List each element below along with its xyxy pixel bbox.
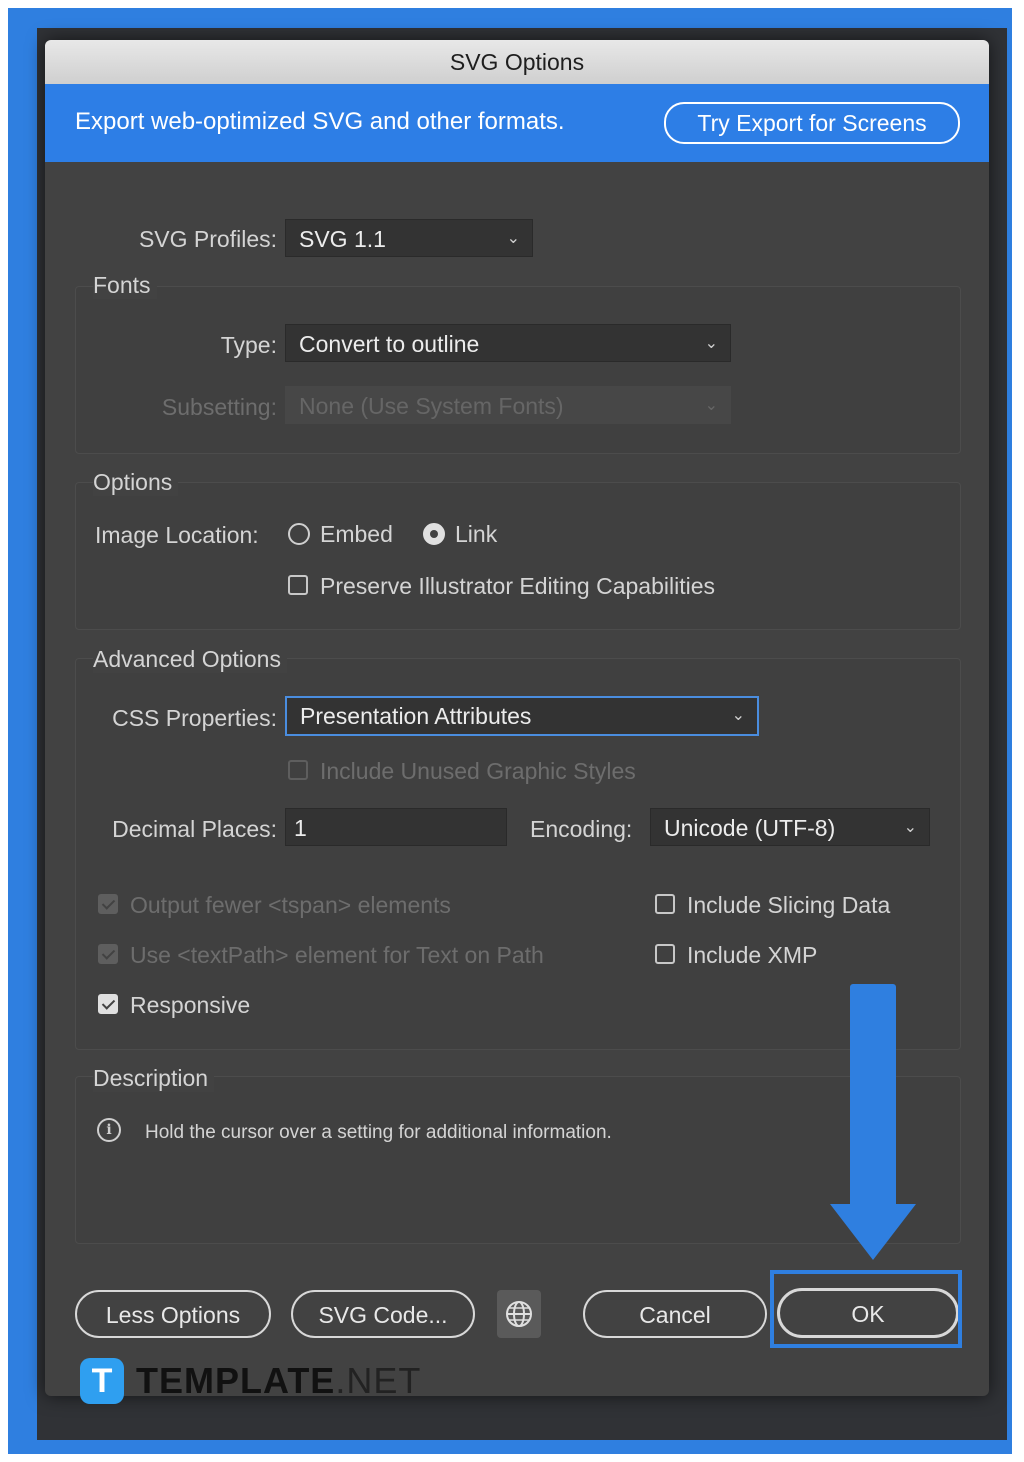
font-type-select[interactable]: Convert to outline ⌄ bbox=[285, 324, 731, 362]
subsetting-select: None (Use System Fonts) ⌄ bbox=[285, 386, 731, 424]
slicing-data-checkbox[interactable] bbox=[655, 894, 675, 914]
banner-text: Export web-optimized SVG and other forma… bbox=[75, 108, 565, 135]
arrow-annotation-shaft bbox=[850, 984, 896, 1220]
advanced-options-title: Advanced Options bbox=[93, 646, 287, 673]
description-text: Hold the cursor over a setting for addit… bbox=[145, 1122, 612, 1143]
chevron-down-icon: ⌄ bbox=[506, 230, 520, 247]
encoding-select[interactable]: Unicode (UTF-8) ⌄ bbox=[650, 808, 930, 846]
chevron-down-icon: ⌄ bbox=[704, 335, 718, 352]
description-title: Description bbox=[93, 1065, 215, 1092]
fonts-title: Fonts bbox=[93, 272, 157, 299]
embed-label[interactable]: Embed bbox=[320, 521, 393, 548]
watermark-brand: TEMPLATE bbox=[136, 1360, 336, 1401]
info-icon: i bbox=[97, 1118, 121, 1142]
tspan-label: Output fewer <tspan> elements bbox=[130, 892, 451, 918]
unused-styles-label: Include Unused Graphic Styles bbox=[320, 758, 636, 784]
svg-profiles-value: SVG 1.1 bbox=[299, 226, 386, 252]
ok-highlight-box bbox=[770, 1270, 962, 1348]
preserve-editing-checkbox[interactable] bbox=[288, 575, 308, 595]
link-label[interactable]: Link bbox=[455, 521, 497, 548]
chevron-down-icon: ⌄ bbox=[903, 819, 917, 836]
subsetting-value: None (Use System Fonts) bbox=[299, 393, 564, 419]
watermark-suffix: .NET bbox=[335, 1360, 422, 1401]
font-type-value: Convert to outline bbox=[299, 331, 480, 357]
decimal-places-label: Decimal Places: bbox=[112, 816, 277, 842]
link-radio[interactable] bbox=[423, 523, 445, 545]
export-banner: Export web-optimized SVG and other forma… bbox=[45, 84, 989, 162]
svg-profiles-label: SVG Profiles: bbox=[138, 226, 277, 252]
subsetting-label: Subsetting: bbox=[161, 394, 277, 420]
font-type-label: Type: bbox=[220, 332, 277, 358]
globe-icon bbox=[506, 1301, 532, 1327]
encoding-value: Unicode (UTF-8) bbox=[664, 815, 836, 841]
responsive-checkbox[interactable] bbox=[98, 994, 118, 1014]
svg-code-button[interactable]: SVG Code... bbox=[291, 1290, 475, 1338]
include-xmp-checkbox[interactable] bbox=[655, 944, 675, 964]
description-section bbox=[75, 1076, 961, 1244]
cancel-button[interactable]: Cancel bbox=[583, 1290, 767, 1338]
textpath-label: Use <textPath> element for Text on Path bbox=[130, 942, 544, 968]
textpath-checkbox bbox=[98, 944, 118, 964]
image-location-label: Image Location: bbox=[95, 522, 259, 548]
slicing-data-label[interactable]: Include Slicing Data bbox=[687, 892, 890, 919]
css-properties-value: Presentation Attributes bbox=[300, 703, 532, 729]
svg-profiles-select[interactable]: SVG 1.1 ⌄ bbox=[285, 219, 533, 257]
templatenet-logo: T bbox=[80, 1358, 124, 1404]
embed-radio[interactable] bbox=[288, 523, 310, 545]
tspan-checkbox bbox=[98, 894, 118, 914]
preview-in-browser-button[interactable] bbox=[497, 1290, 541, 1338]
preserve-editing-label[interactable]: Preserve Illustrator Editing Capabilitie… bbox=[320, 573, 715, 600]
fonts-section bbox=[75, 286, 961, 454]
chevron-down-icon: ⌄ bbox=[704, 397, 718, 414]
encoding-label: Encoding: bbox=[530, 816, 633, 842]
try-export-for-screens-button[interactable]: Try Export for Screens bbox=[664, 102, 960, 144]
svg-options-dialog: SVG Options Export web-optimized SVG and… bbox=[45, 40, 989, 1396]
chevron-down-icon: ⌄ bbox=[731, 707, 745, 724]
arrow-down-icon bbox=[830, 1204, 916, 1260]
options-title: Options bbox=[93, 469, 179, 496]
watermark-text: TEMPLATE.NET bbox=[136, 1358, 421, 1404]
dialog-title: SVG Options bbox=[45, 40, 989, 85]
decimal-places-input[interactable]: 1 bbox=[285, 808, 507, 846]
options-section bbox=[75, 482, 961, 630]
include-xmp-label[interactable]: Include XMP bbox=[687, 942, 817, 969]
css-properties-select[interactable]: Presentation Attributes ⌄ bbox=[285, 696, 759, 736]
css-properties-label: CSS Properties: bbox=[112, 705, 277, 731]
responsive-label[interactable]: Responsive bbox=[130, 992, 250, 1019]
unused-styles-checkbox bbox=[288, 760, 308, 780]
less-options-button[interactable]: Less Options bbox=[75, 1290, 271, 1338]
